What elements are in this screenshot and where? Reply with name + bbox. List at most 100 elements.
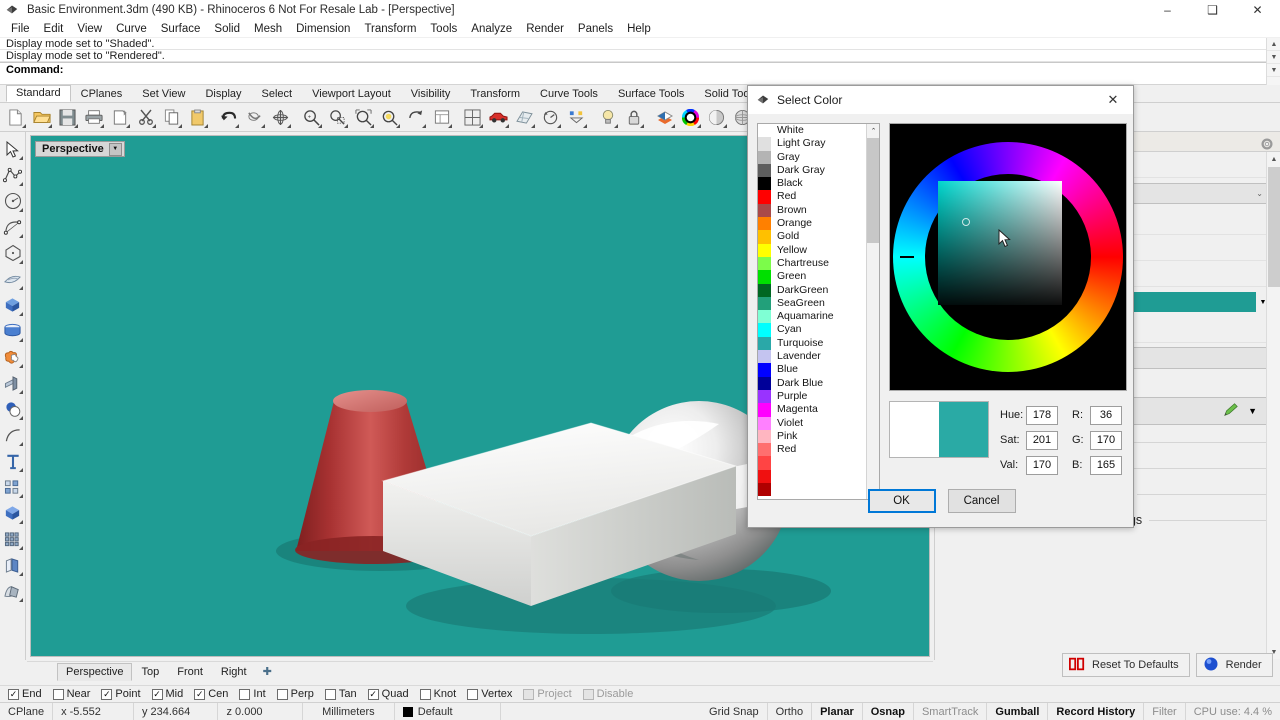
val-input[interactable]: 170 [1026,455,1058,475]
color-swatch-row[interactable]: Pink [758,429,879,444]
zoom-window-icon[interactable] [325,105,350,130]
status-planar[interactable]: Planar [812,702,863,720]
named-view-icon[interactable] [429,105,454,130]
menu-item-view[interactable]: View [70,22,109,36]
join-icon[interactable] [1,370,25,396]
color-swatch-row[interactable]: Turquoise [758,336,879,351]
surface-icon[interactable] [1,266,25,292]
color-swatch-row[interactable]: DarkGreen [758,283,879,297]
osnap-mid[interactable]: ✓ Mid [151,688,183,700]
shaded-sphere-icon[interactable] [704,105,729,130]
color-swatch-row[interactable]: Red [758,190,879,204]
dialog-close-icon[interactable]: ✕ [1093,86,1133,114]
gear-icon[interactable] [1260,137,1274,151]
color-swatch-row[interactable]: Black [758,177,879,191]
color-swatch-row[interactable]: Aquamarine [758,310,879,324]
rotate-view-icon[interactable] [538,105,563,130]
color-swatch-row[interactable]: Gold [758,230,879,244]
add-view-icon[interactable]: ✚ [256,663,279,680]
light-icon[interactable] [595,105,620,130]
blue-input[interactable]: 165 [1090,455,1122,475]
toolbar-tab-surface-tools[interactable]: Surface Tools [608,86,694,102]
osnap-vertex[interactable]: Vertex [467,688,512,700]
status-smarttrack[interactable]: SmartTrack [914,702,988,720]
osnap-near[interactable]: Near [52,688,90,700]
color-swatch-row[interactable]: Blue [758,363,879,377]
copy-icon[interactable] [159,105,184,130]
command-scroll-up-icon[interactable]: ▲ [1267,38,1280,51]
print-icon[interactable] [81,105,106,130]
color-swatch-row[interactable]: Lavender [758,350,879,364]
checkbox[interactable] [523,688,535,700]
menu-item-panels[interactable]: Panels [571,22,620,36]
loft-icon[interactable] [1,578,25,604]
color-swatch-row[interactable]: White [758,124,879,138]
green-input[interactable]: 170 [1090,430,1122,450]
cut-icon[interactable] [133,105,158,130]
toolbar-tab-curve-tools[interactable]: Curve Tools [530,86,608,102]
menu-item-tools[interactable]: Tools [423,22,464,36]
command-scroll-extra-icon[interactable]: ▼ [1267,64,1280,77]
color-swatch-row[interactable]: Light Gray [758,137,879,151]
paste-icon[interactable] [185,105,210,130]
color-swatch-row[interactable]: Chartreuse [758,256,879,271]
text-icon[interactable] [1,448,25,474]
color-wheel-icon[interactable] [678,105,703,130]
color-swatch-row[interactable]: Purple [758,389,879,404]
select-arrow-icon[interactable] [1,136,25,162]
osnap-quad[interactable]: ✓ Quad [367,688,409,700]
panel-scroll-up-icon[interactable]: ▲ [1267,152,1280,166]
menu-item-surface[interactable]: Surface [154,22,208,36]
menu-item-render[interactable]: Render [519,22,571,36]
point-edit-icon[interactable] [564,105,589,130]
osnap-point[interactable]: ✓ Point [101,688,141,700]
toolbar-tab-transform[interactable]: Transform [460,86,530,102]
circle-icon[interactable] [1,188,25,214]
hue-marker[interactable] [900,256,914,258]
pan-icon[interactable] [403,105,428,130]
menu-item-solid[interactable]: Solid [207,22,247,36]
hue-color-wheel[interactable] [889,123,1127,391]
named-color-list[interactable]: White Light Gray Gray Dark Gray Black Red Brow… [757,123,880,500]
four-view-icon[interactable] [460,105,485,130]
grid-icon[interactable] [512,105,537,130]
checkbox[interactable]: ✓ [367,688,379,700]
osnap-project[interactable]: Project [523,688,572,700]
toolbar-tab-select[interactable]: Select [252,86,303,102]
unroll-icon[interactable] [1,552,25,578]
sat-input[interactable]: 201 [1026,430,1058,450]
osnap-cen[interactable]: ✓ Cen [194,688,228,700]
gumball-icon[interactable] [268,105,293,130]
color-list-scroll-up-icon[interactable]: ⌃ [867,124,879,137]
menu-item-curve[interactable]: Curve [109,22,154,36]
maximize-button[interactable]: ❑ [1190,0,1235,20]
status-cplane[interactable]: CPlane [0,702,54,720]
cancel-button[interactable]: Cancel [947,489,1016,513]
render-button[interactable]: Render [1195,653,1273,677]
hue-input[interactable]: 178 [1026,405,1058,425]
checkbox[interactable] [419,688,431,700]
copy-view-icon[interactable] [107,105,132,130]
reset-to-defaults-button[interactable]: Reset To Defaults [1062,653,1190,677]
status-units[interactable]: Millimeters [303,702,395,720]
color-swatch-row[interactable]: SeaGreen [758,296,879,311]
color-swatch-row[interactable]: Red [758,443,879,457]
color-swatch-row[interactable]: Orange [758,217,879,231]
sphere-union-icon[interactable] [1,396,25,422]
zoom-icon[interactable]: + [299,105,324,130]
color-swatch-row[interactable]: Cyan [758,323,879,337]
osnap-int[interactable]: Int [239,688,266,700]
view-tab-right[interactable]: Right [212,663,256,681]
render-car-icon[interactable] [486,105,511,130]
close-button[interactable]: ✕ [1235,0,1280,20]
grid-array-icon[interactable] [1,526,25,552]
zoom-extents-icon[interactable] [351,105,376,130]
checkbox[interactable] [324,688,336,700]
checkbox[interactable]: ✓ [194,688,206,700]
status-layer[interactable]: Default [395,702,502,720]
toolbar-tab-viewport-layout[interactable]: Viewport Layout [302,86,401,102]
command-prompt[interactable]: Command: [0,62,1280,78]
color-list-scroll-thumb[interactable] [867,138,879,243]
checkbox[interactable]: ✓ [151,688,163,700]
color-list-scrollbar[interactable]: ⌃ ⌄ [866,124,879,499]
